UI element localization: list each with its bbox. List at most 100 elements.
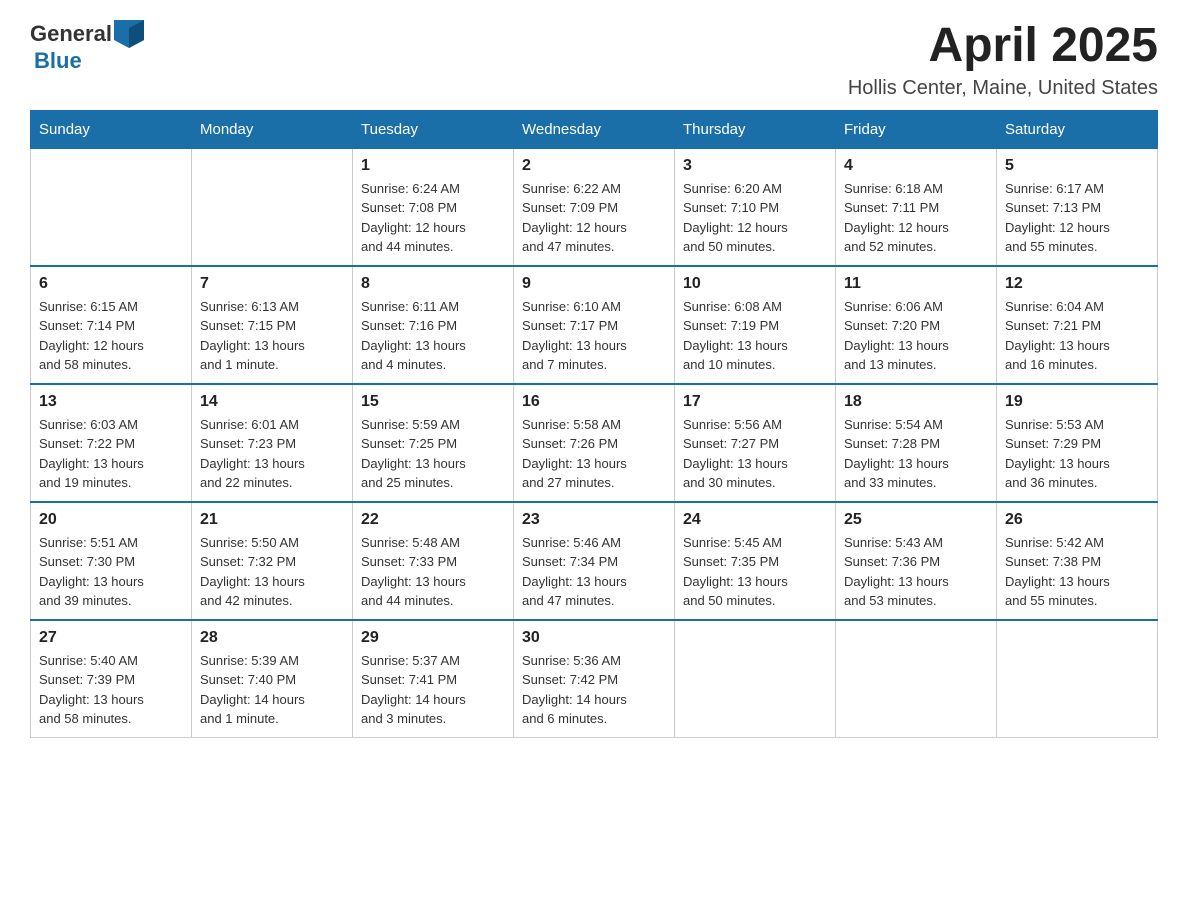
day-info: Sunrise: 5:45 AM Sunset: 7:35 PM Dayligh… [683, 533, 827, 611]
day-number: 28 [200, 629, 344, 647]
logo-blue: Blue [34, 48, 82, 73]
day-info: Sunrise: 6:01 AM Sunset: 7:23 PM Dayligh… [200, 415, 344, 493]
day-info: Sunrise: 6:08 AM Sunset: 7:19 PM Dayligh… [683, 297, 827, 375]
col-header-tuesday: Tuesday [353, 110, 514, 148]
calendar-day-cell: 23 Sunrise: 5:46 AM Sunset: 7:34 PM Dayli… [514, 502, 675, 620]
day-number: 18 [844, 393, 988, 411]
day-number: 15 [361, 393, 505, 411]
day-number: 29 [361, 629, 505, 647]
calendar-day-cell [31, 148, 192, 266]
calendar-day-cell [997, 620, 1158, 738]
col-header-saturday: Saturday [997, 110, 1158, 148]
day-number: 5 [1005, 157, 1149, 175]
day-info: Sunrise: 6:06 AM Sunset: 7:20 PM Dayligh… [844, 297, 988, 375]
day-info: Sunrise: 6:03 AM Sunset: 7:22 PM Dayligh… [39, 415, 183, 493]
page-header: General Blue April 2025 Hollis Center, M… [30, 20, 1158, 100]
day-info: Sunrise: 6:15 AM Sunset: 7:14 PM Dayligh… [39, 297, 183, 375]
calendar-day-cell: 12 Sunrise: 6:04 AM Sunset: 7:21 PM Dayli… [997, 266, 1158, 384]
calendar-day-cell: 20 Sunrise: 5:51 AM Sunset: 7:30 PM Dayli… [31, 502, 192, 620]
day-info: Sunrise: 5:54 AM Sunset: 7:28 PM Dayligh… [844, 415, 988, 493]
day-info: Sunrise: 5:42 AM Sunset: 7:38 PM Dayligh… [1005, 533, 1149, 611]
calendar-day-cell: 1 Sunrise: 6:24 AM Sunset: 7:08 PM Daylig… [353, 148, 514, 266]
day-info: Sunrise: 5:53 AM Sunset: 7:29 PM Dayligh… [1005, 415, 1149, 493]
calendar-day-cell: 29 Sunrise: 5:37 AM Sunset: 7:41 PM Dayli… [353, 620, 514, 738]
day-number: 9 [522, 275, 666, 293]
day-info: Sunrise: 5:37 AM Sunset: 7:41 PM Dayligh… [361, 651, 505, 729]
calendar-day-cell: 22Sunrise: 5:48 AM Sunset: 7:33 PM Dayli… [353, 502, 514, 620]
col-header-wednesday: Wednesday [514, 110, 675, 148]
day-number: 30 [522, 629, 666, 647]
day-number: 14 [200, 393, 344, 411]
calendar-day-cell: 14 Sunrise: 6:01 AM Sunset: 7:23 PM Dayli… [192, 384, 353, 502]
title-block: April 2025 Hollis Center, Maine, United … [848, 20, 1158, 100]
day-info: Sunrise: 6:20 AM Sunset: 7:10 PM Dayligh… [683, 179, 827, 257]
day-info: Sunrise: 6:04 AM Sunset: 7:21 PM Dayligh… [1005, 297, 1149, 375]
calendar-week-row: 1 Sunrise: 6:24 AM Sunset: 7:08 PM Daylig… [31, 148, 1158, 266]
day-info: Sunrise: 5:58 AM Sunset: 7:26 PM Dayligh… [522, 415, 666, 493]
calendar-day-cell: 15 Sunrise: 5:59 AM Sunset: 7:25 PM Dayli… [353, 384, 514, 502]
day-number: 22 [361, 511, 505, 529]
month-title: April 2025 [848, 20, 1158, 73]
day-number: 23 [522, 511, 666, 529]
day-number: 17 [683, 393, 827, 411]
day-number: 16 [522, 393, 666, 411]
day-number: 11 [844, 275, 988, 293]
calendar-day-cell [192, 148, 353, 266]
day-info: Sunrise: 6:13 AM Sunset: 7:15 PM Dayligh… [200, 297, 344, 375]
day-number: 19 [1005, 393, 1149, 411]
calendar-table: SundayMondayTuesdayWednesdayThursdayFrid… [30, 110, 1158, 738]
logo-general: General [30, 21, 112, 47]
day-number: 24 [683, 511, 827, 529]
calendar-week-row: 27 Sunrise: 5:40 AM Sunset: 7:39 PM Dayli… [31, 620, 1158, 738]
calendar-day-cell: 24 Sunrise: 5:45 AM Sunset: 7:35 PM Dayli… [675, 502, 836, 620]
logo-icon [114, 20, 144, 48]
day-number: 21 [200, 511, 344, 529]
calendar-week-row: 20 Sunrise: 5:51 AM Sunset: 7:30 PM Dayli… [31, 502, 1158, 620]
day-info: Sunrise: 5:51 AM Sunset: 7:30 PM Dayligh… [39, 533, 183, 611]
day-number: 7 [200, 275, 344, 293]
calendar-day-cell: 5 Sunrise: 6:17 AM Sunset: 7:13 PM Daylig… [997, 148, 1158, 266]
day-info: Sunrise: 6:24 AM Sunset: 7:08 PM Dayligh… [361, 179, 505, 257]
day-info: Sunrise: 6:17 AM Sunset: 7:13 PM Dayligh… [1005, 179, 1149, 257]
day-number: 25 [844, 511, 988, 529]
col-header-friday: Friday [836, 110, 997, 148]
calendar-day-cell: 17 Sunrise: 5:56 AM Sunset: 7:27 PM Dayli… [675, 384, 836, 502]
col-header-thursday: Thursday [675, 110, 836, 148]
logo: General Blue [30, 20, 146, 74]
col-header-sunday: Sunday [31, 110, 192, 148]
day-number: 1 [361, 157, 505, 175]
day-number: 6 [39, 275, 183, 293]
calendar-day-cell: 11 Sunrise: 6:06 AM Sunset: 7:20 PM Dayli… [836, 266, 997, 384]
calendar-day-cell: 6 Sunrise: 6:15 AM Sunset: 7:14 PM Daylig… [31, 266, 192, 384]
day-number: 4 [844, 157, 988, 175]
calendar-week-row: 6 Sunrise: 6:15 AM Sunset: 7:14 PM Daylig… [31, 266, 1158, 384]
calendar-day-cell: 13 Sunrise: 6:03 AM Sunset: 7:22 PM Dayli… [31, 384, 192, 502]
calendar-day-cell [836, 620, 997, 738]
calendar-header-row: SundayMondayTuesdayWednesdayThursdayFrid… [31, 110, 1158, 148]
day-number: 27 [39, 629, 183, 647]
calendar-day-cell: 18 Sunrise: 5:54 AM Sunset: 7:28 PM Dayli… [836, 384, 997, 502]
day-number: 26 [1005, 511, 1149, 529]
calendar-day-cell: 30Sunrise: 5:36 AM Sunset: 7:42 PM Dayli… [514, 620, 675, 738]
col-header-monday: Monday [192, 110, 353, 148]
calendar-day-cell: 26 Sunrise: 5:42 AM Sunset: 7:38 PM Dayli… [997, 502, 1158, 620]
day-number: 20 [39, 511, 183, 529]
calendar-day-cell: 8 Sunrise: 6:11 AM Sunset: 7:16 PM Daylig… [353, 266, 514, 384]
day-number: 10 [683, 275, 827, 293]
day-info: Sunrise: 5:46 AM Sunset: 7:34 PM Dayligh… [522, 533, 666, 611]
day-info: Sunrise: 6:18 AM Sunset: 7:11 PM Dayligh… [844, 179, 988, 257]
day-number: 3 [683, 157, 827, 175]
day-number: 2 [522, 157, 666, 175]
day-info: Sunrise: 6:11 AM Sunset: 7:16 PM Dayligh… [361, 297, 505, 375]
day-info: Sunrise: 5:56 AM Sunset: 7:27 PM Dayligh… [683, 415, 827, 493]
calendar-day-cell: 9Sunrise: 6:10 AM Sunset: 7:17 PM Daylig… [514, 266, 675, 384]
day-number: 13 [39, 393, 183, 411]
calendar-day-cell: 2Sunrise: 6:22 AM Sunset: 7:09 PM Daylig… [514, 148, 675, 266]
calendar-day-cell: 21Sunrise: 5:50 AM Sunset: 7:32 PM Dayli… [192, 502, 353, 620]
day-number: 8 [361, 275, 505, 293]
calendar-day-cell [675, 620, 836, 738]
day-info: Sunrise: 5:59 AM Sunset: 7:25 PM Dayligh… [361, 415, 505, 493]
calendar-day-cell: 25Sunrise: 5:43 AM Sunset: 7:36 PM Dayli… [836, 502, 997, 620]
day-number: 12 [1005, 275, 1149, 293]
day-info: Sunrise: 5:40 AM Sunset: 7:39 PM Dayligh… [39, 651, 183, 729]
